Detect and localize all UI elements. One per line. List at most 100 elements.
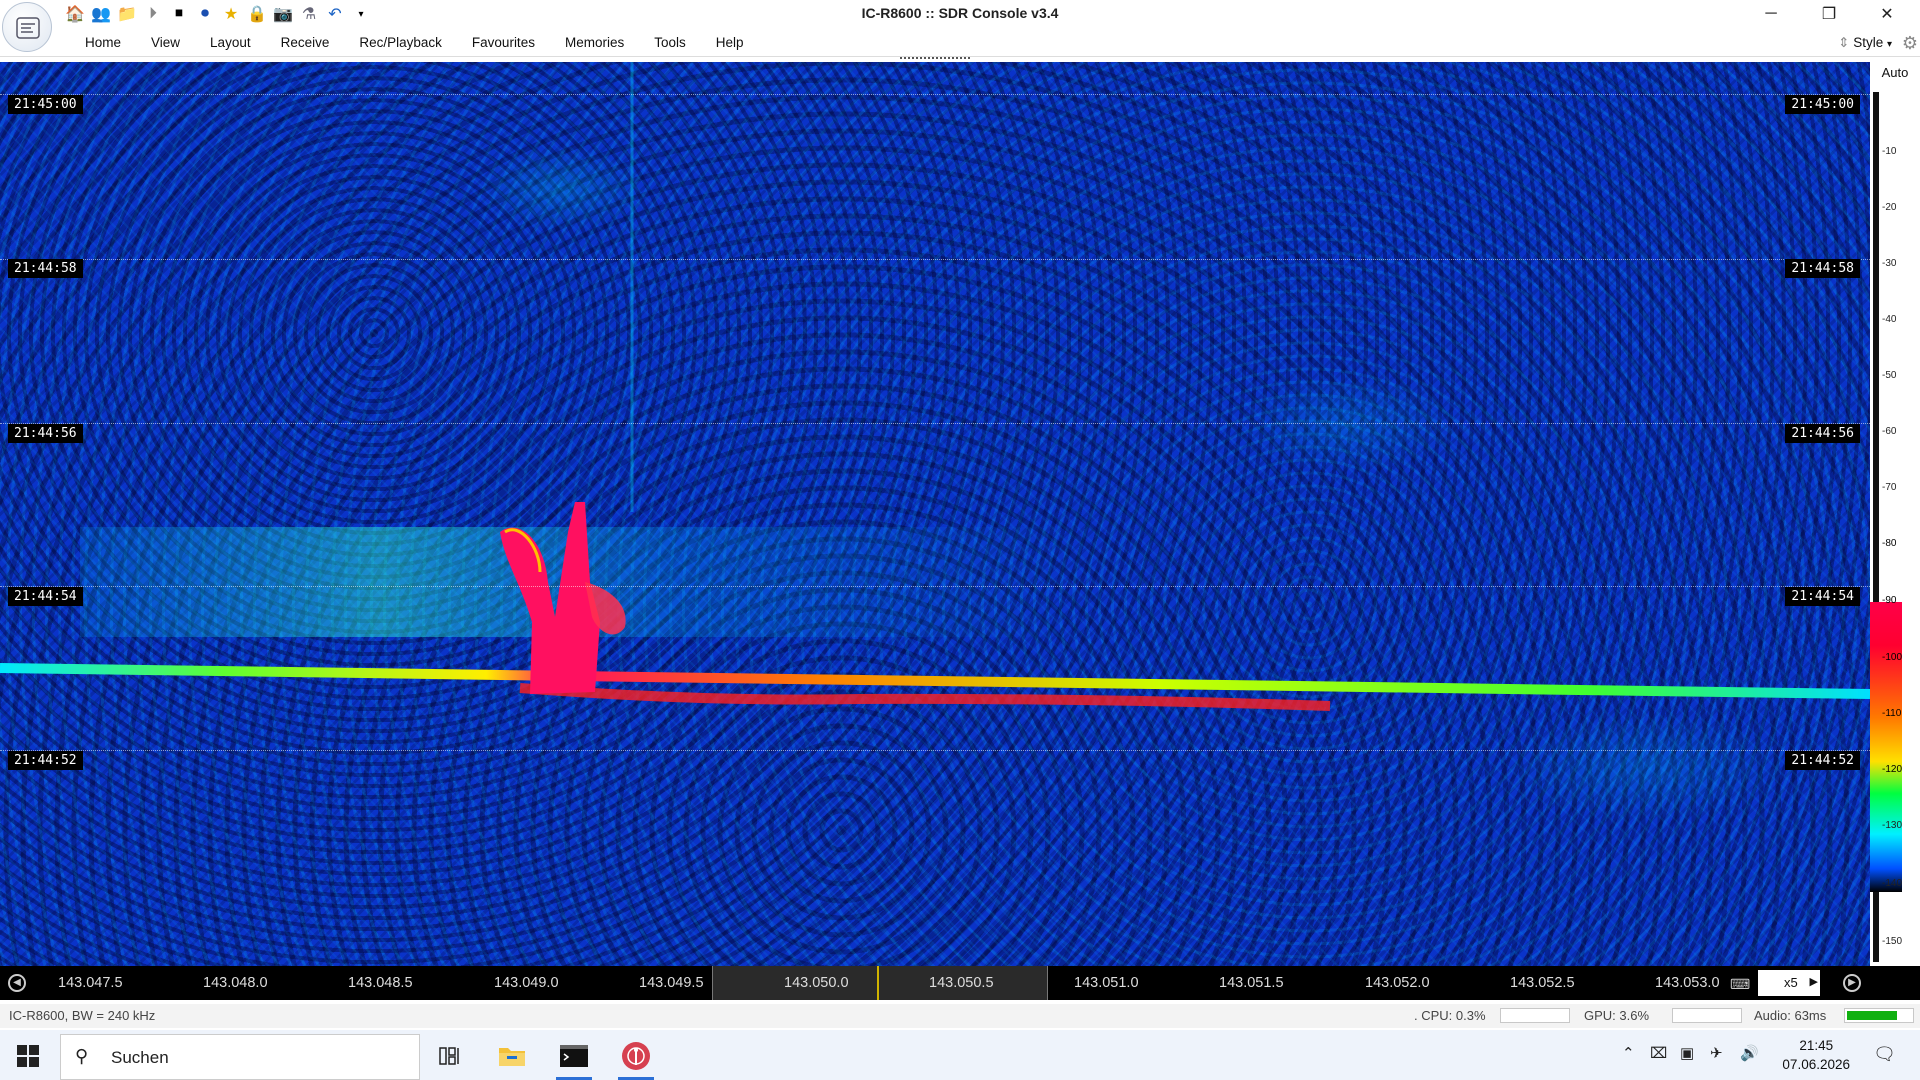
scale-auto-button[interactable]: Auto bbox=[1870, 65, 1920, 80]
taskbar: ⚲ Suchen ⌃ ⌧ ▣ ✈ 🔊 21:45 07.06.2026 🗨 bbox=[0, 1030, 1920, 1080]
menu-help[interactable]: Help bbox=[701, 35, 759, 50]
notification-center-icon[interactable]: 🗨 bbox=[1873, 1044, 1896, 1065]
freq-tick: 143.051.5 bbox=[1219, 975, 1284, 991]
keyboard-icon[interactable]: ⌨ bbox=[1730, 976, 1750, 993]
db-tick: -100 bbox=[1882, 652, 1903, 663]
db-tick: -150 bbox=[1882, 936, 1903, 947]
db-scale[interactable]: Auto -10 -20 -30 -40 -50 -60 -70 -80 -90… bbox=[1870, 62, 1920, 966]
undo-icon[interactable]: ↶ bbox=[324, 3, 346, 25]
time-gridline bbox=[0, 586, 1870, 587]
network-adapter-icon[interactable]: ⌧ bbox=[1650, 1044, 1667, 1062]
time-label-left: 21:44:58 bbox=[8, 259, 83, 278]
status-bar: IC-R8600, BW = 240 kHz . CPU: 0.3% GPU: … bbox=[0, 1004, 1920, 1028]
db-tick: -80 bbox=[1882, 538, 1897, 549]
menu-tools[interactable]: Tools bbox=[639, 35, 701, 50]
terminal-icon[interactable] bbox=[552, 1038, 596, 1080]
close-button[interactable]: ✕ bbox=[1864, 0, 1910, 28]
db-tick: -50 bbox=[1882, 370, 1897, 381]
db-tick: -10 bbox=[1882, 146, 1897, 157]
app-menu-button[interactable] bbox=[2, 2, 52, 52]
dropdown-icon[interactable]: ▾ bbox=[350, 3, 372, 25]
freq-tick: 143.053.0 bbox=[1655, 975, 1720, 991]
star-icon[interactable]: ★ bbox=[220, 3, 242, 25]
quick-access-toolbar: 🏠 👥 📁 ⏵ ⏹ ⏺ ★ 🔒 📷 ⚗ ↶ ▾ bbox=[64, 3, 372, 25]
time-gridline bbox=[0, 259, 1870, 260]
sdr-console-taskbar-icon[interactable] bbox=[614, 1038, 658, 1080]
zoom-value: x5 bbox=[1784, 975, 1798, 990]
cpu-usage: . CPU: 0.3% bbox=[1414, 1008, 1486, 1023]
file-explorer-icon[interactable] bbox=[490, 1038, 534, 1074]
menu-layout[interactable]: Layout bbox=[195, 35, 266, 50]
home-icon[interactable]: 🏠 bbox=[64, 3, 86, 25]
gpu-meter bbox=[1672, 1008, 1742, 1023]
db-tick: -90 bbox=[1882, 595, 1897, 606]
windows-start-button[interactable] bbox=[17, 1045, 39, 1072]
gear-icon[interactable]: ⚙ bbox=[1902, 33, 1918, 54]
db-tick: -130 bbox=[1882, 820, 1903, 831]
time-label-right: 21:44:52 bbox=[1785, 751, 1860, 770]
maximize-button[interactable]: ❐ bbox=[1806, 0, 1852, 28]
time-label-left: 21:44:52 bbox=[8, 751, 83, 770]
windows-logo-icon bbox=[17, 1045, 39, 1067]
time-gridline bbox=[0, 750, 1870, 751]
freq-tick-clip: 143.053.0 bbox=[1655, 966, 1720, 1000]
time-label-right: 21:44:56 bbox=[1785, 424, 1860, 443]
chevron-down-icon: ▾ bbox=[1886, 39, 1892, 50]
taskbar-clock[interactable]: 21:45 07.06.2026 bbox=[1782, 1036, 1850, 1074]
time-label-left: 21:45:00 bbox=[8, 95, 83, 114]
taskbar-search-box[interactable]: ⚲ Suchen bbox=[60, 1034, 420, 1080]
record-icon[interactable]: ⏺ bbox=[194, 3, 216, 25]
volume-icon[interactable]: 🔊 bbox=[1740, 1044, 1759, 1062]
stop-icon[interactable]: ⏹ bbox=[168, 3, 190, 25]
clock-date: 07.06.2026 bbox=[1782, 1057, 1850, 1072]
menu-bar: Home View Layout Receive Rec/Playback Fa… bbox=[0, 30, 1920, 57]
play-icon[interactable]: ⏵ bbox=[142, 3, 164, 25]
zoom-select[interactable]: x5 ▶ bbox=[1758, 970, 1820, 996]
task-view-icon[interactable] bbox=[428, 1038, 472, 1074]
menu-rec-playback[interactable]: Rec/Playback bbox=[344, 35, 457, 50]
tray-expand-icon[interactable]: ⌃ bbox=[1622, 1044, 1635, 1062]
menu-memories[interactable]: Memories bbox=[550, 35, 639, 50]
time-label-right: 21:44:58 bbox=[1785, 259, 1860, 278]
lock-icon[interactable]: 🔒 bbox=[246, 3, 268, 25]
minimize-button[interactable]: ─ bbox=[1748, 0, 1794, 28]
gpu-tray-icon[interactable]: ▣ bbox=[1680, 1044, 1694, 1062]
folder-icon[interactable]: 📁 bbox=[116, 3, 138, 25]
tuned-frequency-marker[interactable] bbox=[877, 966, 879, 1000]
time-label-left: 21:44:54 bbox=[8, 587, 83, 606]
menu-receive[interactable]: Receive bbox=[266, 35, 345, 50]
db-tick: -70 bbox=[1882, 482, 1897, 493]
receive-band-highlight[interactable] bbox=[712, 966, 1048, 1000]
frequency-axis[interactable]: ◀ 143.047.5 143.048.0 143.048.5 143.049.… bbox=[0, 966, 1920, 1000]
freq-tick: 143.052.5 bbox=[1510, 975, 1575, 991]
freq-tick: 143.052.0 bbox=[1365, 975, 1430, 991]
time-label-right: 21:44:54 bbox=[1785, 587, 1860, 606]
style-dropdown[interactable]: ⇕ Style ▾ bbox=[1838, 35, 1892, 51]
menu-favourites[interactable]: Favourites bbox=[457, 35, 550, 50]
time-gridline bbox=[0, 423, 1870, 424]
freq-tick: 143.050.0 bbox=[784, 975, 849, 991]
freq-tick: 143.047.5 bbox=[58, 975, 123, 991]
audio-meter bbox=[1844, 1008, 1914, 1023]
cpu-meter bbox=[1500, 1008, 1570, 1023]
scroll-right-icon[interactable]: ▶ bbox=[1843, 974, 1861, 992]
camera-icon[interactable]: 📷 bbox=[272, 3, 294, 25]
menu-home[interactable]: Home bbox=[70, 35, 136, 50]
db-tick: -20 bbox=[1882, 202, 1897, 213]
freq-tick: 143.048.5 bbox=[348, 975, 413, 991]
scroll-left-icon[interactable]: ◀ bbox=[8, 974, 26, 992]
db-tick: -60 bbox=[1882, 426, 1897, 437]
chevron-right-icon: ▶ bbox=[1809, 976, 1818, 988]
menu-view[interactable]: View bbox=[136, 35, 195, 50]
db-tick: -140 bbox=[1882, 878, 1903, 889]
style-icon: ⇕ bbox=[1838, 35, 1850, 50]
airplane-mode-icon[interactable]: ✈ bbox=[1710, 1044, 1723, 1062]
clock-time: 21:45 bbox=[1799, 1038, 1834, 1053]
users-icon[interactable]: 👥 bbox=[90, 3, 112, 25]
flask-icon[interactable]: ⚗ bbox=[298, 3, 320, 25]
time-gridline bbox=[0, 94, 1870, 95]
waterfall-display[interactable]: 21:45:00 21:45:00 21:44:58 21:44:58 21:4… bbox=[0, 62, 1870, 966]
signal-trace bbox=[0, 62, 1870, 711]
freq-tick: 143.051.0 bbox=[1074, 975, 1139, 991]
title-bar: 🏠 👥 📁 ⏵ ⏹ ⏺ ★ 🔒 📷 ⚗ ↶ ▾ IC-R8600 :: SDR … bbox=[0, 0, 1920, 28]
